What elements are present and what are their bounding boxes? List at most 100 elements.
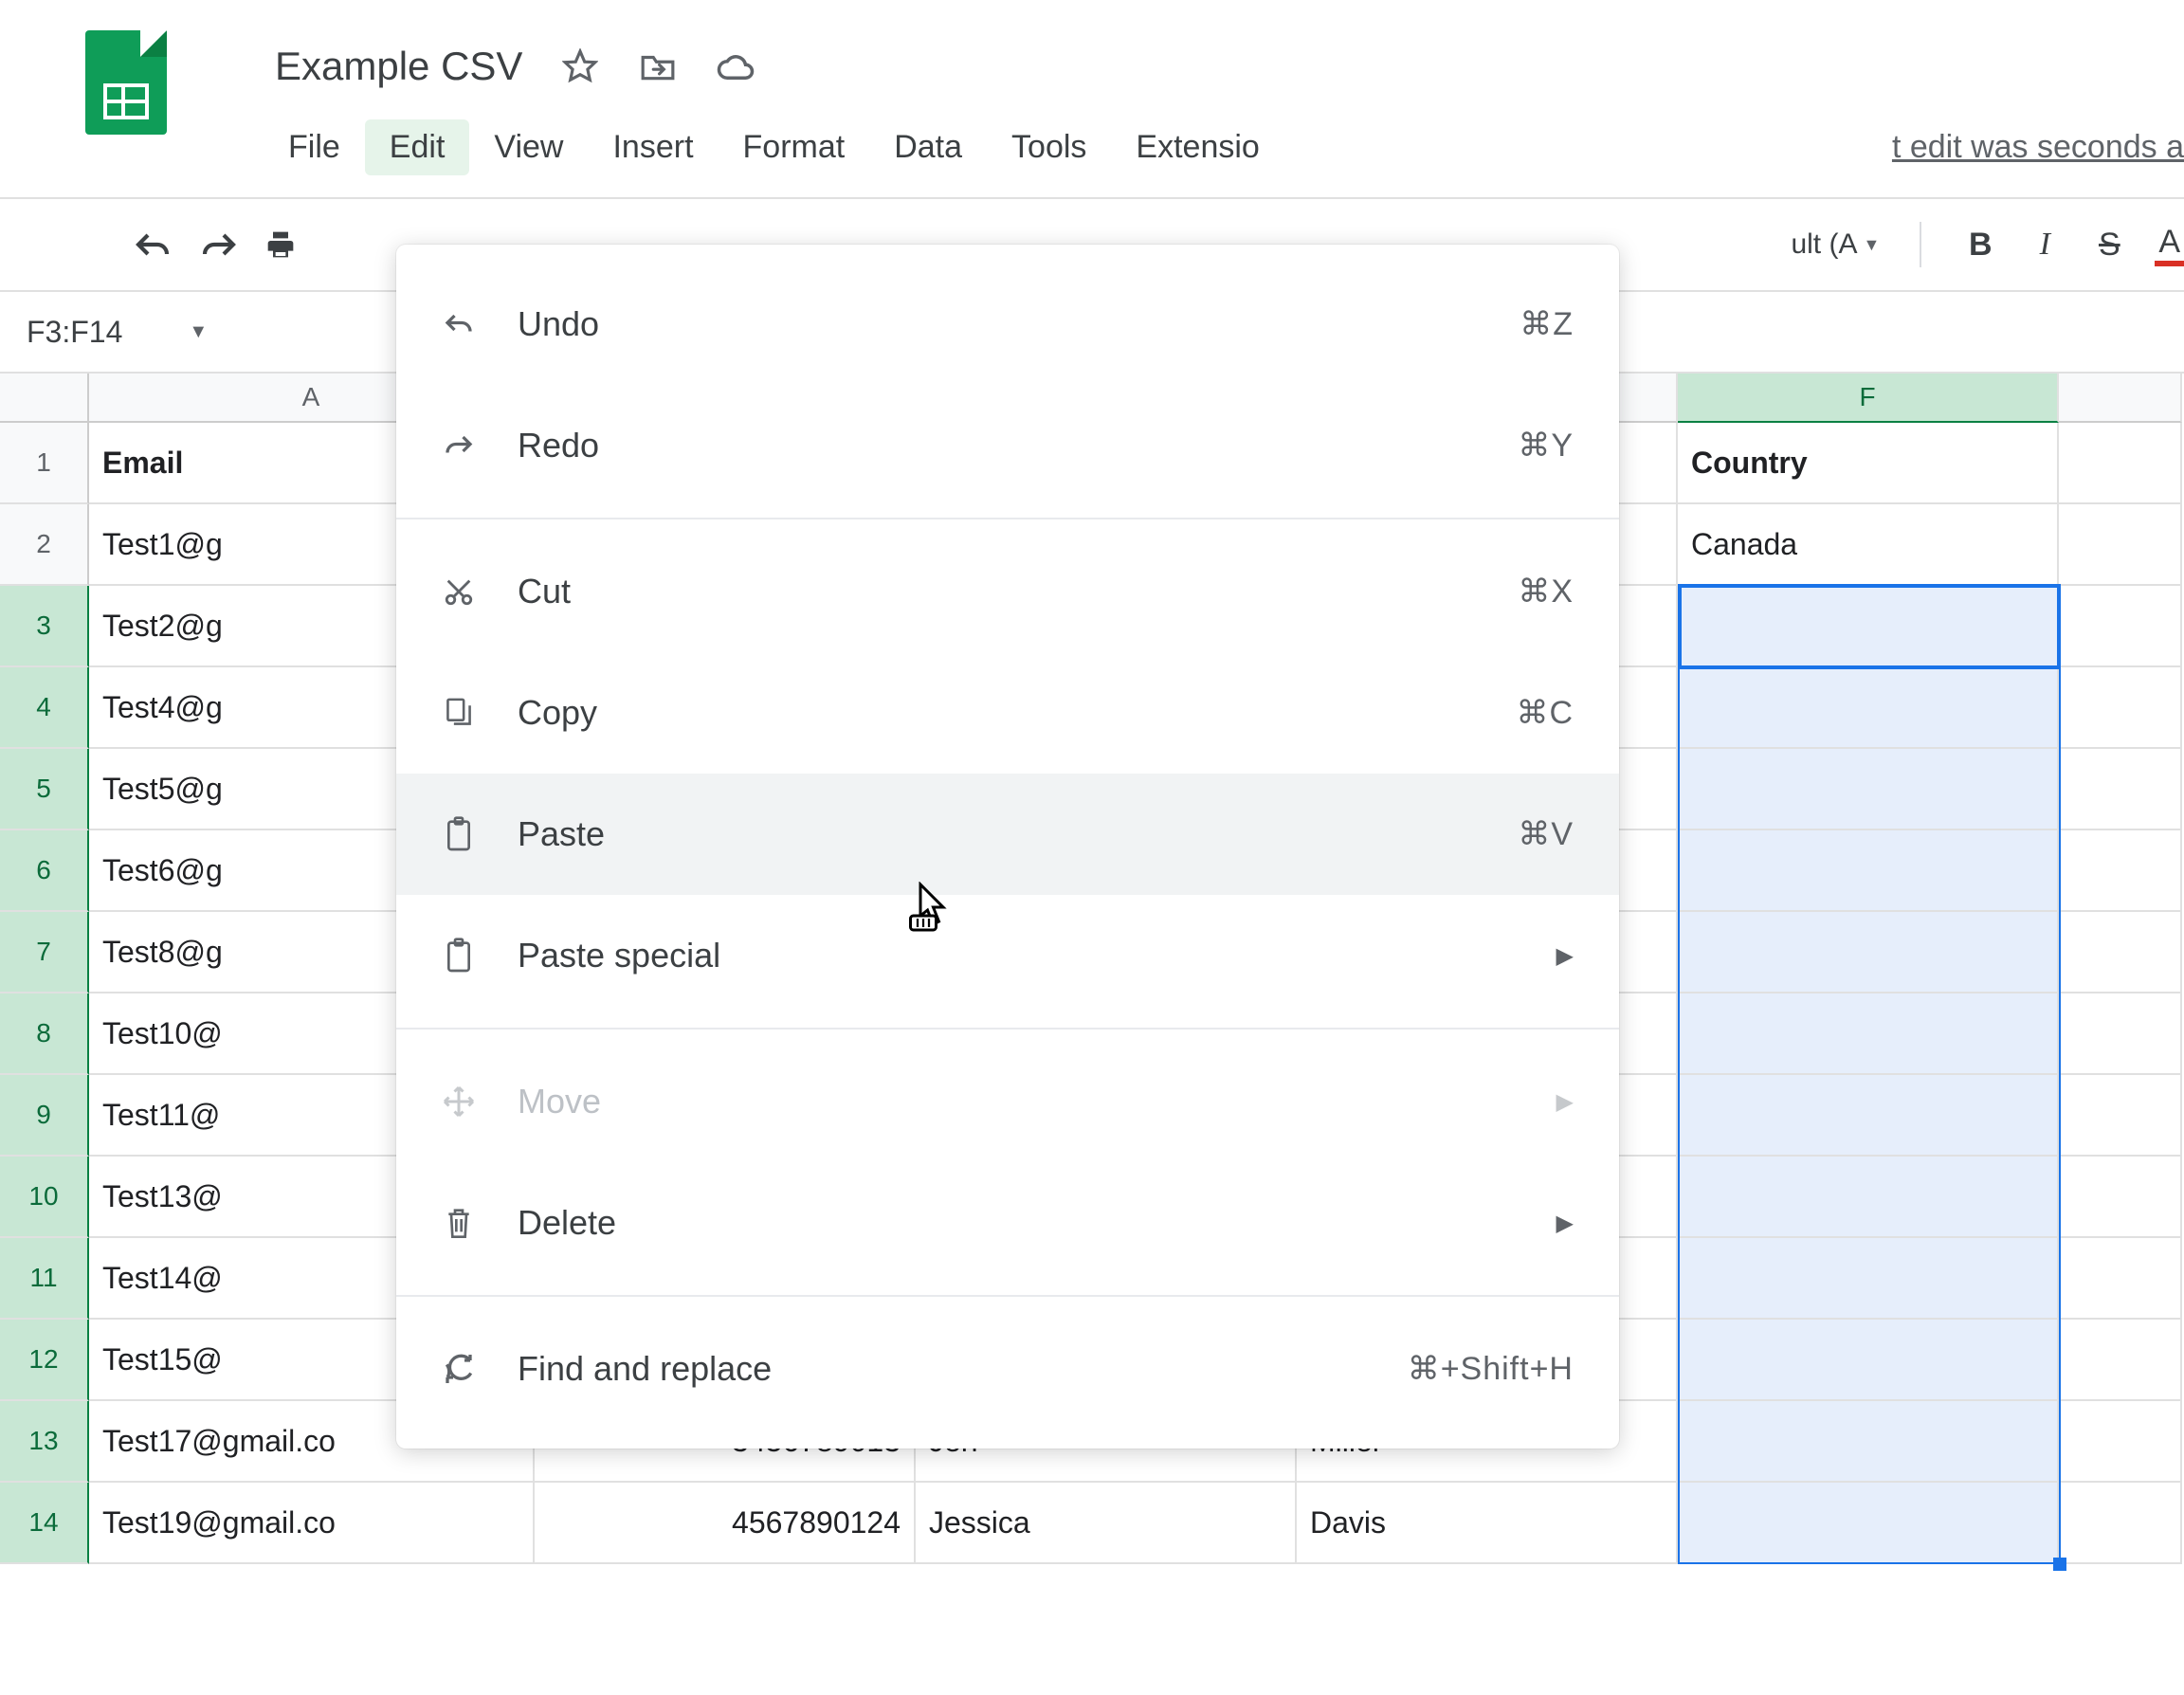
column-header-F[interactable]: F: [1678, 374, 2059, 423]
strikethrough-button[interactable]: S: [2090, 227, 2128, 264]
cloud-status-icon[interactable]: [716, 46, 755, 86]
cell[interactable]: [2059, 1483, 2182, 1564]
menu-tools[interactable]: Tools: [987, 119, 1111, 175]
cell[interactable]: [2059, 504, 2182, 586]
row-header[interactable]: 9: [0, 1075, 89, 1157]
select-all-cell[interactable]: [0, 374, 89, 423]
name-box[interactable]: F3:F14 ▼: [27, 315, 311, 350]
cell[interactable]: [1678, 1157, 2059, 1238]
document-title[interactable]: Example CSV: [275, 44, 522, 89]
cell[interactable]: [2059, 830, 2182, 912]
cell[interactable]: [2059, 749, 2182, 830]
font-label: ult (A: [1791, 228, 1857, 261]
row-header[interactable]: 3: [0, 586, 89, 667]
menu-item-find-and-replace[interactable]: Find and replace ⌘+Shift+H: [396, 1308, 1619, 1430]
menu-item-paste[interactable]: Paste⌘V: [396, 774, 1619, 895]
italic-button[interactable]: I: [2026, 227, 2064, 263]
row-header[interactable]: 11: [0, 1238, 89, 1320]
menu-separator: [396, 518, 1619, 519]
cell[interactable]: [1678, 1075, 2059, 1157]
row-header[interactable]: 2: [0, 504, 89, 586]
cell[interactable]: [2059, 1238, 2182, 1320]
row-header[interactable]: 13: [0, 1401, 89, 1483]
cell[interactable]: [1678, 912, 2059, 993]
cell[interactable]: Country: [1678, 423, 2059, 504]
redo-icon[interactable]: [199, 225, 239, 264]
move-to-folder-icon[interactable]: [638, 46, 678, 86]
bold-button[interactable]: B: [1961, 227, 1999, 264]
cell[interactable]: [1678, 1401, 2059, 1483]
row-header[interactable]: 12: [0, 1320, 89, 1401]
menu-item-label: Redo: [518, 426, 1480, 465]
menu-data[interactable]: Data: [869, 119, 987, 175]
row-header[interactable]: 5: [0, 749, 89, 830]
menu-item-cut[interactable]: Cut⌘X: [396, 531, 1619, 652]
cell[interactable]: [2059, 423, 2182, 504]
cell[interactable]: [1678, 830, 2059, 912]
menu-shortcut: ⌘C: [1516, 694, 1574, 732]
cell[interactable]: [2059, 1075, 2182, 1157]
menu-shortcut: ⌘V: [1518, 815, 1574, 853]
cell[interactable]: Jessica: [916, 1483, 1297, 1564]
menu-format[interactable]: Format: [719, 119, 870, 175]
cell[interactable]: [1678, 667, 2059, 749]
menu-item-move: Move▶: [396, 1041, 1619, 1162]
menu-item-copy[interactable]: Copy ⌘C: [396, 652, 1619, 774]
cell[interactable]: [1678, 586, 2059, 667]
menu-separator: [396, 1295, 1619, 1297]
row-header[interactable]: 14: [0, 1483, 89, 1564]
menu-item-label: Copy: [518, 693, 1478, 733]
cell[interactable]: Davis: [1297, 1483, 1678, 1564]
menu-item-delete[interactable]: Delete▶: [396, 1162, 1619, 1284]
last-edit-text[interactable]: t edit was seconds a: [1892, 129, 2184, 166]
print-icon[interactable]: [265, 225, 296, 264]
cell[interactable]: Test19@gmail.co: [89, 1483, 535, 1564]
cell[interactable]: 4567890124: [535, 1483, 916, 1564]
cut-icon: [438, 575, 480, 608]
star-icon[interactable]: [560, 46, 600, 86]
cell[interactable]: [2059, 586, 2182, 667]
paste-icon: [438, 816, 480, 852]
menu-item-undo[interactable]: Undo⌘Z: [396, 264, 1619, 385]
column-header-blank[interactable]: [2059, 374, 2182, 423]
cell[interactable]: [1678, 749, 2059, 830]
menu-extensio[interactable]: Extensio: [1111, 119, 1283, 175]
cell[interactable]: [1678, 993, 2059, 1075]
font-dropdown[interactable]: ult (A▼: [1791, 228, 1880, 261]
row-header[interactable]: 4: [0, 667, 89, 749]
menu-view[interactable]: View: [469, 119, 588, 175]
menu-item-label: Paste special: [518, 936, 1519, 975]
menu-item-paste-special[interactable]: Paste special▶: [396, 895, 1619, 1016]
cell[interactable]: [1678, 1483, 2059, 1564]
row-header[interactable]: 10: [0, 1157, 89, 1238]
cell[interactable]: [2059, 1401, 2182, 1483]
menu-item-redo[interactable]: Redo ⌘Y: [396, 385, 1619, 506]
cell[interactable]: [2059, 667, 2182, 749]
cell[interactable]: [2059, 912, 2182, 993]
cell[interactable]: [2059, 1320, 2182, 1401]
menu-shortcut: ⌘Z: [1520, 305, 1574, 343]
menu-item-label: Find and replace: [518, 1349, 1370, 1389]
menu-file[interactable]: File: [264, 119, 365, 175]
cell[interactable]: [1678, 1238, 2059, 1320]
undo-icon[interactable]: [133, 225, 173, 264]
row-header[interactable]: 1: [0, 423, 89, 504]
cell[interactable]: [2059, 993, 2182, 1075]
selection-handle[interactable]: [2053, 1558, 2066, 1571]
cell[interactable]: [2059, 1157, 2182, 1238]
menu-insert[interactable]: Insert: [588, 119, 718, 175]
menu-shortcut: ⌘+Shift+H: [1408, 1350, 1574, 1388]
menu-shortcut: ⌘Y: [1518, 427, 1574, 465]
delete-icon: [438, 1205, 480, 1241]
cell[interactable]: Canada: [1678, 504, 2059, 586]
sheets-logo[interactable]: [85, 30, 167, 135]
menu-separator: [396, 1028, 1619, 1030]
row-header[interactable]: 6: [0, 830, 89, 912]
paste-icon: [438, 938, 480, 974]
redo-icon: [438, 431, 480, 460]
cell[interactable]: [1678, 1320, 2059, 1401]
row-header[interactable]: 7: [0, 912, 89, 993]
row-header[interactable]: 8: [0, 993, 89, 1075]
text-color-button[interactable]: A: [2155, 224, 2184, 266]
menu-edit[interactable]: Edit: [365, 119, 470, 175]
